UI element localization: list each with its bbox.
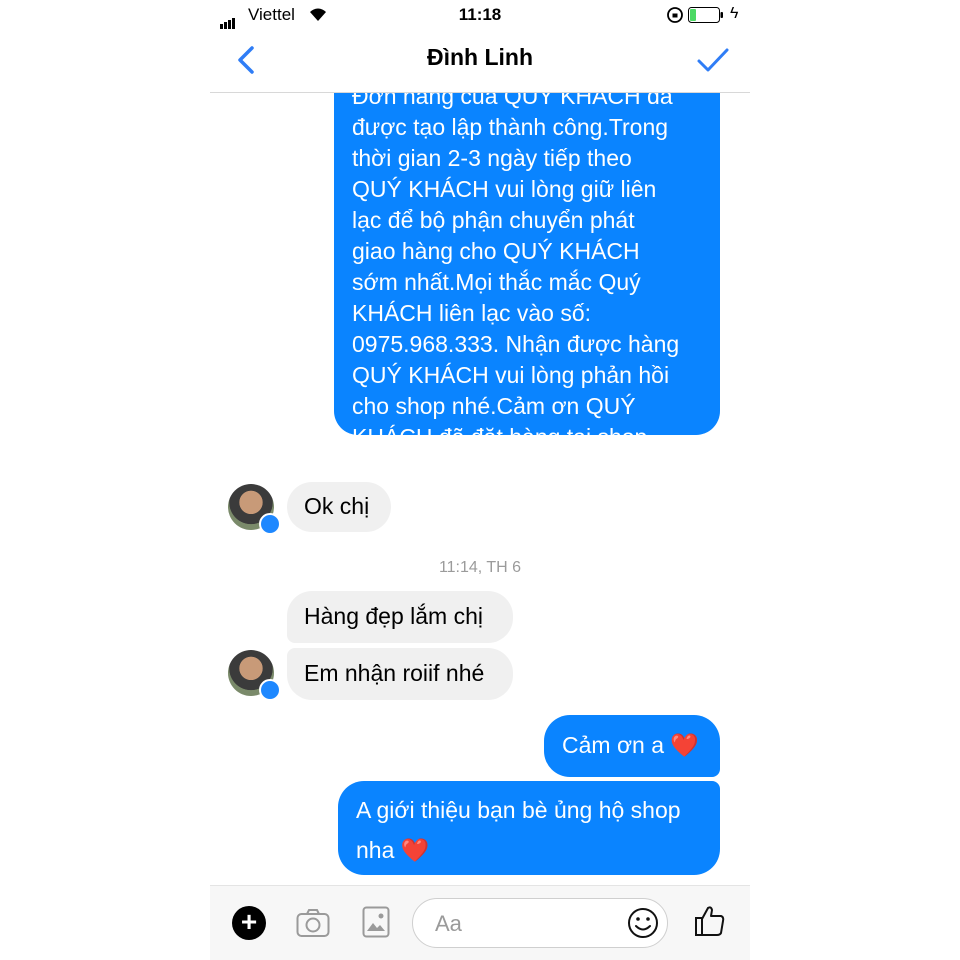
plus-icon[interactable]: + (232, 906, 266, 940)
contact-name: Đình Linh (426, 44, 534, 70)
message-text: Ok chị (304, 493, 370, 519)
message-line: cho shop nhé.Cảm ơn QUÝ (352, 393, 636, 419)
charging-icon: ϟ (730, 5, 739, 22)
heart-emoji-icon: ❤️ (670, 732, 700, 758)
outgoing-message: A giới thiệu bạn bè ủng hộ shop nha ❤️ (338, 781, 720, 875)
message-text: Cảm ơn a (562, 732, 665, 758)
message-timestamp: 11:14, TH 6 (438, 559, 522, 576)
message-line: QUÝ KHÁCH vui lòng phản hồi (352, 362, 670, 388)
message-list[interactable]: Đơn hàng của QUÝ KHÁCH đã được tạo lập t… (210, 93, 750, 885)
outgoing-message: Cảm ơn a ❤️ (544, 715, 720, 777)
conversation-header: Đình Linh (210, 30, 750, 93)
message-input-box[interactable] (412, 898, 668, 948)
message-line: sớm nhất.Mọi thắc mắc Quý (352, 269, 641, 295)
smiley-icon[interactable] (627, 907, 659, 939)
message-text: Em nhận roiif nhé (304, 660, 485, 686)
outgoing-order-confirmation: Đơn hàng của QUÝ KHÁCH đã được tạo lập t… (334, 93, 720, 450)
rotation-lock-icon (667, 7, 683, 23)
message-line: Đơn hàng của QUÝ KHÁCH đã (352, 93, 673, 109)
status-bar: Viettel 11:18 ϟ (210, 0, 750, 30)
message-line: QUÝ KHÁCH vui lòng giữ liên (352, 176, 657, 202)
message-line: KHÁCH liên lạc vào số: (352, 300, 592, 326)
message-line: giao hàng cho QUÝ KHÁCH (352, 238, 640, 264)
battery-icon (688, 7, 723, 23)
message-line: được tạo lập thành công.Trong (352, 114, 669, 140)
messenger-screen: Viettel 11:18 ϟ Đình Linh Đơn hàng của Q… (210, 0, 750, 960)
messenger-badge-icon (259, 513, 281, 535)
messenger-badge-icon (259, 679, 281, 701)
message-line: lạc để bộ phận chuyển phát (352, 207, 635, 233)
checkmark-icon[interactable] (696, 46, 730, 74)
message-input[interactable] (433, 909, 617, 939)
photo-icon[interactable] (362, 906, 390, 938)
thumbs-up-icon[interactable] (694, 904, 726, 938)
incoming-message: Em nhận roiif nhé (287, 648, 513, 700)
composer-bar: + (210, 885, 750, 960)
message-text: A giới thiệu bạn bè ủng hộ shop (356, 797, 681, 823)
heart-emoji-icon: ❤️ (400, 837, 430, 863)
message-text: nha (356, 837, 395, 863)
message-line: thời gian 2-3 ngày tiếp theo (352, 145, 632, 171)
incoming-message: Hàng đẹp lắm chị (287, 591, 513, 643)
incoming-message: Ok chị (287, 482, 391, 532)
message-text: Hàng đẹp lắm chị (304, 603, 483, 629)
message-line: 0975.968.333. Nhận được hàng (352, 331, 680, 357)
camera-icon[interactable] (296, 908, 330, 938)
message-line: KHÁCH đã đặt hàng tại shop (352, 424, 648, 450)
